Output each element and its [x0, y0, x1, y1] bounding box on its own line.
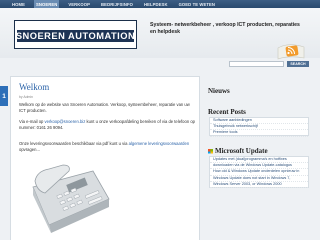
terms-link[interactable]: algemene leveringsvoorwaarden	[129, 141, 190, 146]
top-navigation: HOME SNOEREN VERKOOP BEDRIJFSINFO HELPDE…	[0, 0, 320, 8]
recent-posts-heading: Recent Posts	[208, 108, 246, 116]
post-paragraph-intro: Welkom op de website van Snoeren Automat…	[19, 102, 190, 113]
recent-post-link[interactable]: Premiere tools	[210, 130, 308, 137]
site-tagline: Systeem- netwerkbeheer , verkoop ICT pro…	[150, 22, 300, 35]
side-tab[interactable]: 1	[0, 86, 8, 106]
microsoft-update-heading: Microsoft Update	[208, 147, 268, 155]
post-card: Welkom by Admin Welkom op de website van…	[10, 76, 200, 240]
post-title[interactable]: Welkom	[19, 82, 49, 92]
nav-item-helpdesk[interactable]: HELPDESK	[142, 0, 170, 8]
post-text: Onze leveringsvoorwaarden beschikbaar vi…	[19, 141, 129, 146]
site-header: SNOEREN AUTOMATION Systeem- netwerkbehee…	[0, 8, 320, 60]
search-button[interactable]: SEARCH	[287, 61, 309, 67]
nav-item-bedrijfsinfo[interactable]: BEDRIJFSINFO	[99, 0, 135, 8]
search-input[interactable]	[229, 61, 284, 67]
windows-logo-icon	[208, 148, 213, 154]
post-text: Via e-mail op	[19, 119, 45, 124]
email-link[interactable]: verkoop@snoeren.biz	[45, 119, 86, 124]
logo-text: SNOEREN AUTOMATION	[15, 31, 136, 41]
site-logo[interactable]: SNOEREN AUTOMATION	[14, 20, 137, 49]
recent-posts-list: Software aanbiedingen Thuisgebruik netwe…	[209, 117, 309, 137]
nav-item-home[interactable]: HOME	[10, 0, 27, 8]
office-phone-image	[32, 164, 110, 233]
microsoft-update-title: Microsoft Update	[215, 147, 268, 155]
nav-item-snoeren[interactable]: SNOEREN	[33, 0, 60, 8]
logo-band: SNOEREN AUTOMATION	[15, 30, 136, 42]
ms-update-link[interactable]: Windows Server 2003, or Windows 2000	[210, 182, 308, 189]
post-paragraph-contact: Via e-mail op verkoop@snoeren.biz kunt u…	[19, 119, 195, 131]
post-paragraph-terms: Onze leveringsvoorwaarden beschikbaar vi…	[19, 141, 195, 153]
post-byline: by Admin	[19, 95, 33, 99]
rss-feed-icon[interactable]	[276, 38, 306, 60]
microsoft-update-list: Updates met (dual)programma's en hotfixe…	[209, 156, 309, 189]
nieuws-heading: Nieuws	[208, 87, 230, 95]
nav-item-goed-te-weten[interactable]: GOED TE WETEN	[177, 0, 217, 8]
nav-item-verkoop[interactable]: VERKOOP	[66, 0, 92, 8]
post-text: opvragen...	[19, 147, 40, 152]
